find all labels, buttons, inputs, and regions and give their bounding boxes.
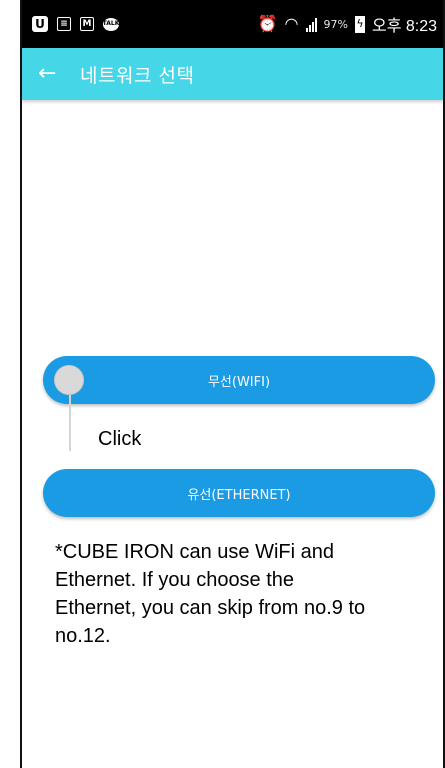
callout-line bbox=[69, 395, 71, 451]
mail-icon: M bbox=[80, 17, 94, 31]
alarm-icon: ⏰ bbox=[257, 14, 278, 33]
wifi-button[interactable]: 무선(WIFI) bbox=[43, 356, 435, 404]
touch-indicator bbox=[54, 365, 84, 395]
instruction-note: *CUBE IRON can use WiFi and Ethernet. If… bbox=[55, 541, 366, 647]
app-notification-icon: U bbox=[32, 16, 48, 32]
clock: 오후 8:23 bbox=[371, 18, 437, 35]
signal-icon bbox=[305, 17, 317, 32]
phone-screen: U ≡ M TALK ⏰ ◠ 97% 오후 8:23 ← 네트워크 선택 무선(… bbox=[20, 0, 445, 768]
chat-icon: TALK bbox=[103, 17, 119, 31]
calendar-icon: ≡ bbox=[57, 17, 71, 31]
back-arrow-icon[interactable]: ← bbox=[38, 63, 68, 85]
ethernet-button[interactable]: 유선(ETHERNET) bbox=[43, 469, 435, 517]
battery-icon bbox=[354, 15, 365, 33]
battery-percent: 97% bbox=[323, 17, 348, 31]
app-bar: ← 네트워크 선택 bbox=[22, 48, 443, 100]
ethernet-button-label: 유선(ETHERNET) bbox=[187, 487, 291, 503]
wifi-icon: ◠ bbox=[284, 14, 299, 33]
notification-icons: U ≡ M TALK bbox=[32, 16, 119, 32]
wifi-button-label: 무선(WIFI) bbox=[207, 374, 271, 390]
status-bar: U ≡ M TALK ⏰ ◠ 97% 오후 8:23 bbox=[22, 0, 443, 48]
click-annotation: Click bbox=[98, 428, 142, 450]
page-title: 네트워크 선택 bbox=[80, 64, 195, 87]
system-icons: ⏰ ◠ 97% 오후 8:23 bbox=[258, 12, 437, 36]
